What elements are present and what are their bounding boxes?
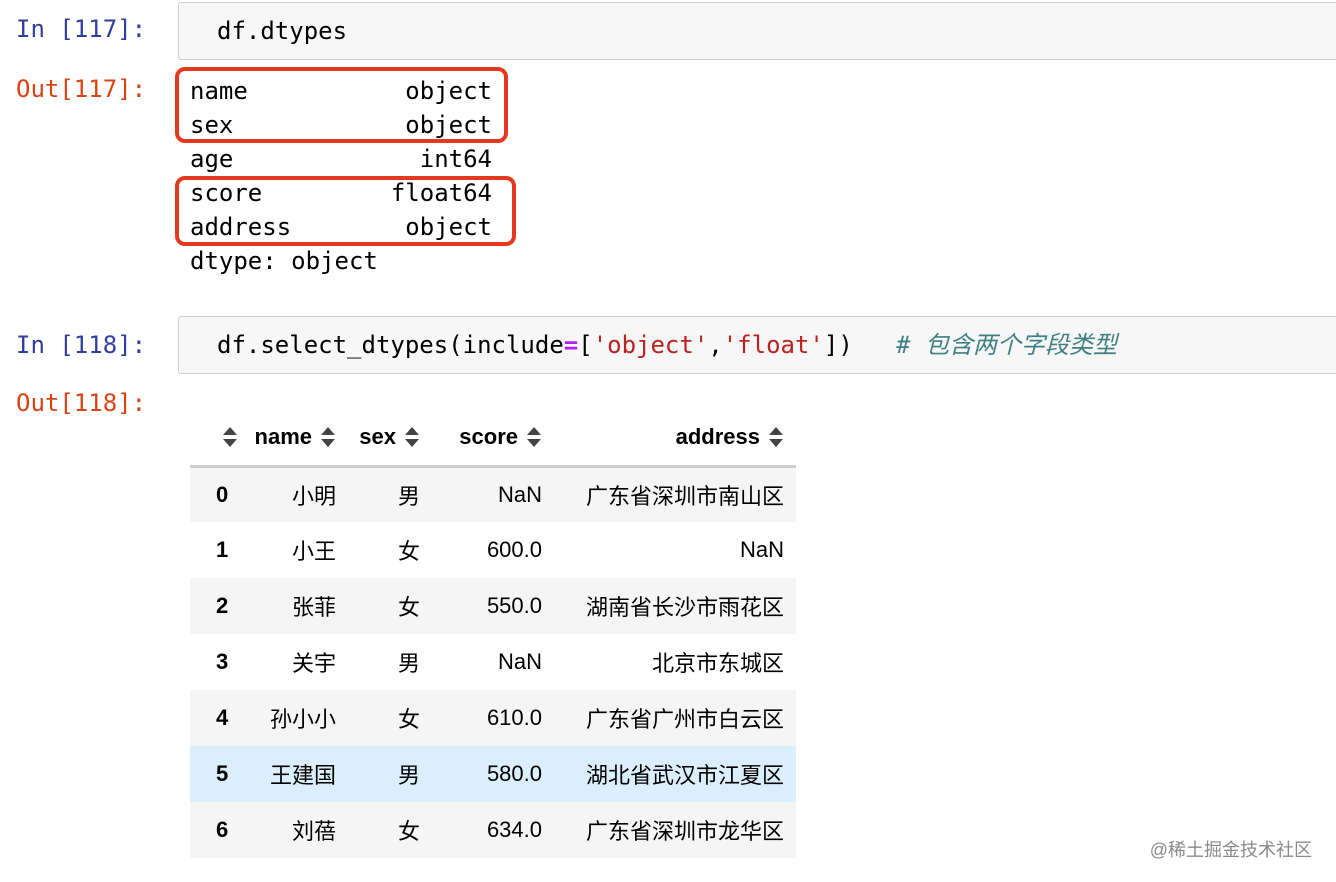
table-row: 3 关宇 男 NaN 北京市东城区 [190,634,796,690]
cell-name: 小明 [291,483,336,509]
column-header-score[interactable]: score [432,410,554,468]
cell-score: 580.0 [486,761,542,786]
sort-icon[interactable] [320,427,336,448]
cell-address: 广东省深圳市龙华区 [585,819,784,844]
cell-name: 孙小小 [269,707,336,732]
sort-icon[interactable] [404,427,420,448]
cell-sex: 男 [397,483,420,509]
cell-address: 广东省广州市白云区 [585,707,784,732]
cell-name: 刘蓓 [291,819,336,844]
code-bracket-close: ]) [823,331,853,359]
cell-name: 小王 [291,539,336,564]
cell-score: 634.0 [486,817,542,842]
cell-sex: 女 [397,539,420,564]
sort-icon[interactable] [222,427,238,448]
code-comment: # 包含两个字段类型 [896,331,1118,359]
row-index: 6 [216,817,229,842]
sort-icon[interactable] [526,427,542,448]
code-text-117: df.dtypes [217,17,348,45]
code-bracket-open: [ [578,331,593,359]
table-row: 4 孙小小 女 610.0 广东省广州市白云区 [190,690,796,746]
column-header-name[interactable]: name [240,410,348,468]
cell-score: 610.0 [486,705,542,730]
dtype-footer-text: dtype: object [190,247,378,275]
cell-score: 600.0 [486,537,542,562]
code-string-object: 'object' [592,331,709,359]
cell-sex: 男 [397,763,420,788]
cell-sex: 男 [397,651,420,676]
cell-name: 张菲 [291,595,336,620]
code-comma: , [708,331,723,359]
table-row: 2 张菲 女 550.0 湖南省长沙市雨花区 [190,578,796,634]
cell-sex: 女 [397,819,420,844]
dataframe-table: name sex score address 0 小明 男 NaN 广东省深圳市… [190,410,796,858]
code-string-float: 'float' [722,331,824,359]
cell-sex: 女 [397,707,420,732]
cell-address: 北京市东城区 [651,651,784,676]
output-prompt-117: Out[117]: [16,75,147,103]
code-text-118: df.select_dtypes(include=['object','floa… [217,327,1117,363]
table-row: 0 小明 男 NaN 广东省深圳市南山区 [190,466,796,522]
cell-name: 关宇 [291,651,336,676]
cell-score: 550.0 [486,593,542,618]
input-prompt-117: In [117]: [16,15,147,43]
input-prompt-118: In [118]: [16,331,147,359]
dtype-footer: dtype: object [190,244,492,278]
sort-icon[interactable] [768,427,784,448]
cell-address: 湖南省长沙市雨花区 [585,595,784,620]
cell-score: NaN [497,481,542,507]
cell-score: NaN [497,649,542,674]
row-index: 4 [216,705,229,730]
table-row: 6 刘蓓 女 634.0 广东省深圳市龙华区 [190,802,796,858]
code-cell-117[interactable]: df.dtypes [178,2,1336,60]
row-index: 2 [216,593,229,618]
row-index: 5 [216,761,229,786]
table-row: 1 小王 女 600.0 NaN [190,522,796,578]
table-row-hovered: 5 王建国 男 580.0 湖北省武汉市江夏区 [190,746,796,802]
code-cell-118[interactable]: df.select_dtypes(include=['object','floa… [178,316,1336,374]
cell-sex: 女 [397,595,420,620]
column-header-address[interactable]: address [554,410,796,468]
row-index: 3 [216,649,229,674]
dtype-value: int64 [419,145,492,173]
code-operator: = [563,331,579,359]
watermark: @稀土掘金技术社区 [1149,840,1312,860]
highlight-box-name-sex [175,67,508,143]
cell-name: 王建国 [269,763,336,788]
cell-address: NaN [739,537,784,562]
cell-address: 广东省深圳市南山区 [585,483,784,509]
index-header[interactable] [190,410,240,468]
code-func: df.select_dtypes(include [217,331,564,359]
highlight-box-score-address [175,176,516,246]
column-header-sex[interactable]: sex [348,410,432,468]
row-index: 0 [216,481,229,507]
dtype-row: age int64 [190,142,492,176]
dtype-column-name: age [190,145,234,173]
output-prompt-118: Out[118]: [16,389,147,417]
row-index: 1 [216,537,229,562]
table-header-row: name sex score address [190,410,796,468]
cell-address: 湖北省武汉市江夏区 [585,763,784,788]
